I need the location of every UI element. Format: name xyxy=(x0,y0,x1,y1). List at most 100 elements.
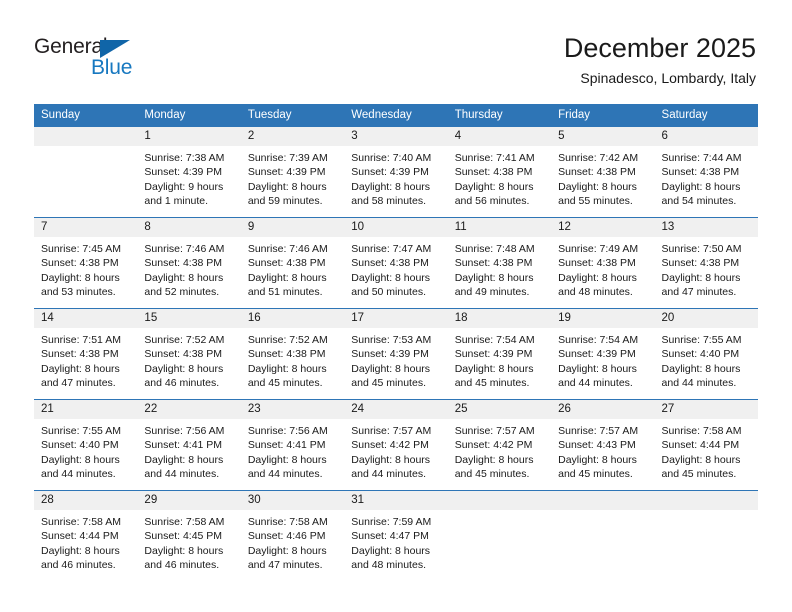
calendar-day-cell[interactable]: 31 Sunrise: 7:59 AM Sunset: 4:47 PM Dayligh… xyxy=(344,490,448,579)
calendar-day-cell[interactable] xyxy=(34,126,138,218)
day-number xyxy=(654,491,758,510)
calendar-day-cell[interactable]: 9 Sunrise: 7:46 AM Sunset: 4:38 PM Daylight… xyxy=(240,217,345,309)
calendar-day-cell[interactable]: 21 Sunrise: 7:55 AM Sunset: 4:40 PM Dayligh… xyxy=(34,399,138,491)
calendar-day-cell[interactable] xyxy=(654,490,758,579)
day-sun-info: Sunrise: 7:58 AM Sunset: 4:45 PM Daylight:… xyxy=(137,510,240,573)
sunrise-time: Sunrise: 7:45 AM xyxy=(41,243,121,255)
sunrise-time: Sunrise: 7:39 AM xyxy=(247,152,328,164)
calendar-day-cell[interactable] xyxy=(447,490,552,579)
day-sun-info: Sunrise: 7:59 AM Sunset: 4:47 PM Daylight:… xyxy=(344,510,447,573)
daylight-duration-line2: and 45 minutes. xyxy=(351,377,426,390)
day-cell-content: 28 Sunrise: 7:58 AM Sunset: 4:44 PM Dayligh… xyxy=(34,491,138,579)
sunrise-time: Sunrise: 7:55 AM xyxy=(661,334,742,346)
daylight-duration-line2: and 45 minutes. xyxy=(558,468,633,481)
day-cell-content: 23 Sunrise: 7:56 AM Sunset: 4:41 PM Dayligh… xyxy=(240,400,345,490)
daylight-duration-line1: Daylight: 8 hours xyxy=(351,453,431,466)
calendar-day-cell[interactable]: 28 Sunrise: 7:58 AM Sunset: 4:44 PM Dayligh… xyxy=(34,490,138,579)
day-cell-content: 30 Sunrise: 7:58 AM Sunset: 4:46 PM Dayligh… xyxy=(240,491,345,579)
calendar-day-cell[interactable]: 1 Sunrise: 7:38 AM Sunset: 4:39 PM Daylight… xyxy=(137,126,241,218)
calendar-day-cell[interactable]: 7 Sunrise: 7:45 AM Sunset: 4:38 PM Daylight… xyxy=(34,217,138,309)
calendar-day-cell[interactable]: 24 Sunrise: 7:57 AM Sunset: 4:42 PM Dayligh… xyxy=(344,399,448,491)
calendar-day-cell[interactable]: 2 Sunrise: 7:39 AM Sunset: 4:39 PM Daylight… xyxy=(240,126,345,218)
daylight-duration-line1: Daylight: 8 hours xyxy=(247,180,327,193)
day-cell-content xyxy=(447,491,552,579)
day-number: 13 xyxy=(654,218,758,237)
calendar-day-cell[interactable]: 6 Sunrise: 7:44 AM Sunset: 4:38 PM Daylight… xyxy=(654,126,758,218)
sunset-time: Sunset: 4:38 PM xyxy=(558,166,636,179)
day-number: 6 xyxy=(654,127,758,146)
day-cell-content: 1 Sunrise: 7:38 AM Sunset: 4:39 PM Daylight… xyxy=(137,127,241,217)
day-number: 17 xyxy=(344,309,448,328)
calendar-day-cell[interactable]: 16 Sunrise: 7:52 AM Sunset: 4:38 PM Dayligh… xyxy=(240,308,345,400)
day-number: 29 xyxy=(137,491,241,510)
day-number: 14 xyxy=(34,309,138,328)
day-cell-content: 3 Sunrise: 7:40 AM Sunset: 4:39 PM Daylight… xyxy=(344,127,448,217)
daylight-duration-line2: and 44 minutes. xyxy=(247,468,323,481)
day-number: 11 xyxy=(447,218,552,237)
day-cell-content: 31 Sunrise: 7:59 AM Sunset: 4:47 PM Dayligh… xyxy=(344,491,448,579)
daylight-duration-line2: and 54 minutes. xyxy=(661,195,737,208)
calendar-day-cell[interactable]: 11 Sunrise: 7:48 AM Sunset: 4:38 PM Dayligh… xyxy=(447,217,552,309)
calendar-day-cell[interactable]: 14 Sunrise: 7:51 AM Sunset: 4:38 PM Dayligh… xyxy=(34,308,138,400)
weekday-header-tuesday: Tuesday xyxy=(240,104,345,127)
calendar-day-cell[interactable]: 22 Sunrise: 7:56 AM Sunset: 4:41 PM Dayligh… xyxy=(137,399,241,491)
calendar-day-cell[interactable]: 27 Sunrise: 7:58 AM Sunset: 4:44 PM Dayligh… xyxy=(654,399,758,491)
day-sun-info: Sunrise: 7:51 AM Sunset: 4:38 PM Daylight:… xyxy=(34,328,137,391)
page-subtitle: Spinadesco, Lombardy, Italy xyxy=(580,70,756,86)
calendar-day-cell[interactable]: 12 Sunrise: 7:49 AM Sunset: 4:38 PM Dayligh… xyxy=(551,217,655,309)
sunset-time: Sunset: 4:38 PM xyxy=(351,257,429,270)
calendar-day-cell[interactable]: 15 Sunrise: 7:52 AM Sunset: 4:38 PM Dayligh… xyxy=(137,308,241,400)
day-number: 20 xyxy=(654,309,758,328)
daylight-duration-line1: Daylight: 8 hours xyxy=(454,362,534,375)
day-number xyxy=(551,491,655,510)
day-cell-content xyxy=(34,127,138,217)
sunrise-time: Sunrise: 7:41 AM xyxy=(454,152,535,164)
sunset-time: Sunset: 4:47 PM xyxy=(351,530,429,543)
calendar-day-cell[interactable]: 10 Sunrise: 7:47 AM Sunset: 4:38 PM Dayligh… xyxy=(344,217,448,309)
calendar-day-cell[interactable]: 18 Sunrise: 7:54 AM Sunset: 4:39 PM Dayligh… xyxy=(447,308,552,400)
day-number: 4 xyxy=(447,127,552,146)
daylight-duration-line1: Daylight: 8 hours xyxy=(41,271,120,284)
day-cell-content: 21 Sunrise: 7:55 AM Sunset: 4:40 PM Dayligh… xyxy=(34,400,138,490)
calendar-day-cell[interactable] xyxy=(551,490,655,579)
sunrise-time: Sunrise: 7:42 AM xyxy=(558,152,639,164)
calendar-day-cell[interactable]: 20 Sunrise: 7:55 AM Sunset: 4:40 PM Dayligh… xyxy=(654,308,758,400)
calendar-day-cell[interactable]: 13 Sunrise: 7:50 AM Sunset: 4:38 PM Dayligh… xyxy=(654,217,758,309)
calendar-day-cell[interactable]: 23 Sunrise: 7:56 AM Sunset: 4:41 PM Dayligh… xyxy=(240,399,345,491)
page-header: General Blue December 2025 Spinadesco, L… xyxy=(0,0,792,100)
calendar-day-cell[interactable]: 4 Sunrise: 7:41 AM Sunset: 4:38 PM Daylight… xyxy=(447,126,552,218)
day-cell-content: 27 Sunrise: 7:58 AM Sunset: 4:44 PM Dayligh… xyxy=(654,400,758,490)
day-cell-content: 7 Sunrise: 7:45 AM Sunset: 4:38 PM Daylight… xyxy=(34,218,138,308)
sunrise-time: Sunrise: 7:54 AM xyxy=(558,334,639,346)
day-number: 27 xyxy=(654,400,758,419)
sunrise-time: Sunrise: 7:38 AM xyxy=(144,152,225,164)
daylight-duration-line2: and 44 minutes. xyxy=(41,468,116,481)
daylight-duration-line1: Daylight: 8 hours xyxy=(661,271,741,284)
calendar-day-cell[interactable]: 26 Sunrise: 7:57 AM Sunset: 4:43 PM Dayligh… xyxy=(551,399,655,491)
day-cell-content: 24 Sunrise: 7:57 AM Sunset: 4:42 PM Dayligh… xyxy=(344,400,448,490)
calendar-day-cell[interactable]: 8 Sunrise: 7:46 AM Sunset: 4:38 PM Daylight… xyxy=(137,217,241,309)
calendar-day-cell[interactable]: 19 Sunrise: 7:54 AM Sunset: 4:39 PM Dayligh… xyxy=(551,308,655,400)
calendar-day-cell[interactable]: 17 Sunrise: 7:53 AM Sunset: 4:39 PM Dayligh… xyxy=(344,308,448,400)
sunset-time: Sunset: 4:41 PM xyxy=(247,439,326,452)
sunrise-time: Sunrise: 7:53 AM xyxy=(351,334,432,346)
day-number: 3 xyxy=(344,127,448,146)
calendar-day-cell[interactable]: 29 Sunrise: 7:58 AM Sunset: 4:45 PM Dayligh… xyxy=(137,490,241,579)
daylight-duration-line1: Daylight: 8 hours xyxy=(454,180,534,193)
day-cell-content: 18 Sunrise: 7:54 AM Sunset: 4:39 PM Dayligh… xyxy=(447,309,552,399)
day-sun-info: Sunrise: 7:54 AM Sunset: 4:39 PM Daylight:… xyxy=(551,328,654,391)
calendar-day-cell[interactable]: 30 Sunrise: 7:58 AM Sunset: 4:46 PM Dayligh… xyxy=(240,490,345,579)
day-sun-info: Sunrise: 7:40 AM Sunset: 4:39 PM Daylight:… xyxy=(344,146,447,209)
daylight-duration-line1: Daylight: 8 hours xyxy=(351,180,431,193)
day-cell-content: 26 Sunrise: 7:57 AM Sunset: 4:43 PM Dayligh… xyxy=(551,400,655,490)
daylight-duration-line2: and 46 minutes. xyxy=(144,377,220,390)
calendar-day-cell[interactable]: 3 Sunrise: 7:40 AM Sunset: 4:39 PM Daylight… xyxy=(344,126,448,218)
sunset-time: Sunset: 4:38 PM xyxy=(247,348,326,361)
day-number: 24 xyxy=(344,400,448,419)
daylight-duration-line1: Daylight: 8 hours xyxy=(351,544,431,557)
calendar-day-cell[interactable]: 25 Sunrise: 7:57 AM Sunset: 4:42 PM Dayligh… xyxy=(447,399,552,491)
calendar-header-row: Sunday Monday Tuesday Wednesday Thursday… xyxy=(34,104,758,127)
calendar-day-cell[interactable]: 5 Sunrise: 7:42 AM Sunset: 4:38 PM Daylight… xyxy=(551,126,655,218)
day-number: 9 xyxy=(240,218,345,237)
general-blue-logo[interactable]: General Blue xyxy=(34,36,154,82)
